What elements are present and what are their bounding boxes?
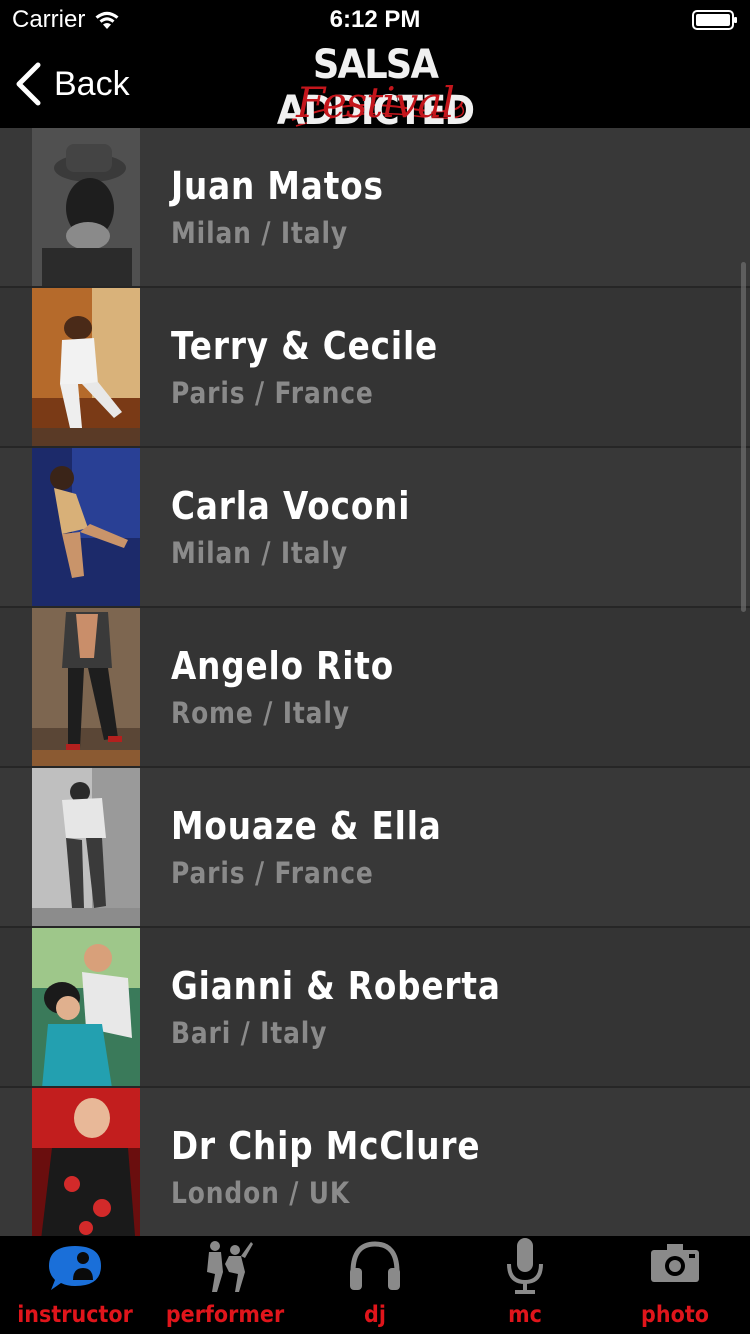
chevron-left-icon xyxy=(16,62,41,106)
instructor-location: Paris / France xyxy=(171,376,374,410)
instructor-photo xyxy=(32,768,140,928)
scrollbar[interactable] xyxy=(741,262,746,612)
tab-instructor[interactable]: instructor xyxy=(0,1236,150,1334)
tab-photo[interactable]: photo xyxy=(600,1236,750,1334)
list-item[interactable]: Carla Voconi Milan / Italy xyxy=(0,448,750,608)
headphones-icon xyxy=(350,1241,400,1290)
battery-icon xyxy=(692,10,737,30)
portrait-photo-icon xyxy=(32,128,140,288)
back-label: Back xyxy=(54,64,130,103)
instructor-name: Dr Chip McClure xyxy=(171,1124,481,1168)
list-item[interactable]: Juan Matos Milan / Italy xyxy=(0,128,750,288)
list-item[interactable]: Dr Chip McClure London / UK xyxy=(0,1088,750,1236)
instructor-location: London / UK xyxy=(171,1176,351,1210)
instructor-name: Carla Voconi xyxy=(171,484,411,528)
list-item[interactable]: Mouaze & Ella Paris / France xyxy=(0,768,750,928)
tab-label: mc xyxy=(508,1302,542,1328)
list-item[interactable]: Gianni & Roberta Bari / Italy xyxy=(0,928,750,1088)
festival-logo: SALSA ADDICTED Festival xyxy=(240,42,510,134)
instructor-location: Milan / Italy xyxy=(171,216,348,250)
list-item[interactable]: Angelo Rito Rome / Italy xyxy=(0,608,750,768)
status-bar: Carrier 6:12 PM xyxy=(0,0,750,40)
logo-subtitle: Festival xyxy=(296,78,455,127)
tab-mc[interactable]: mc xyxy=(450,1236,600,1334)
instructor-location: Bari / Italy xyxy=(171,1016,328,1050)
dancers-icon xyxy=(207,1241,253,1292)
list-item[interactable]: Terry & Cecile Paris / France xyxy=(0,288,750,448)
portrait-photo-icon xyxy=(32,768,140,928)
instructor-photo xyxy=(32,288,140,448)
instructor-name: Terry & Cecile xyxy=(171,324,439,368)
instructor-photo xyxy=(32,128,140,288)
navigation-bar: Back SALSA ADDICTED Festival xyxy=(0,40,750,134)
instructor-photo xyxy=(32,608,140,768)
tab-bar: instructor performer dj mc photo xyxy=(0,1236,750,1334)
camera-icon xyxy=(651,1244,699,1282)
tab-performer[interactable]: performer xyxy=(150,1236,300,1334)
instructor-location: Paris / France xyxy=(171,856,374,890)
microphone-icon xyxy=(507,1238,543,1294)
instructor-chat-icon xyxy=(49,1246,101,1290)
back-button[interactable]: Back xyxy=(14,60,130,108)
instructor-photo xyxy=(32,448,140,608)
instructor-photo xyxy=(32,928,140,1088)
portrait-photo-icon xyxy=(32,448,140,608)
portrait-photo-icon xyxy=(32,608,140,768)
instructor-location: Rome / Italy xyxy=(171,696,350,730)
instructor-name: Gianni & Roberta xyxy=(171,964,501,1008)
instructor-photo xyxy=(32,1088,140,1236)
tab-dj[interactable]: dj xyxy=(300,1236,450,1334)
tab-label: dj xyxy=(364,1302,386,1328)
instructor-name: Mouaze & Ella xyxy=(171,804,442,848)
instructor-name: Angelo Rito xyxy=(171,644,395,688)
portrait-photo-icon xyxy=(32,928,140,1088)
instructor-list[interactable]: Juan Matos Milan / Italy Terry & Cecile … xyxy=(0,128,750,1236)
instructor-location: Milan / Italy xyxy=(171,536,348,570)
tab-label: instructor xyxy=(17,1302,133,1328)
instructor-name: Juan Matos xyxy=(171,164,384,208)
portrait-photo-icon xyxy=(32,1088,140,1236)
tab-label: performer xyxy=(165,1302,285,1328)
status-time: 6:12 PM xyxy=(329,6,421,33)
tab-label: photo xyxy=(641,1302,709,1328)
portrait-photo-icon xyxy=(32,288,140,448)
